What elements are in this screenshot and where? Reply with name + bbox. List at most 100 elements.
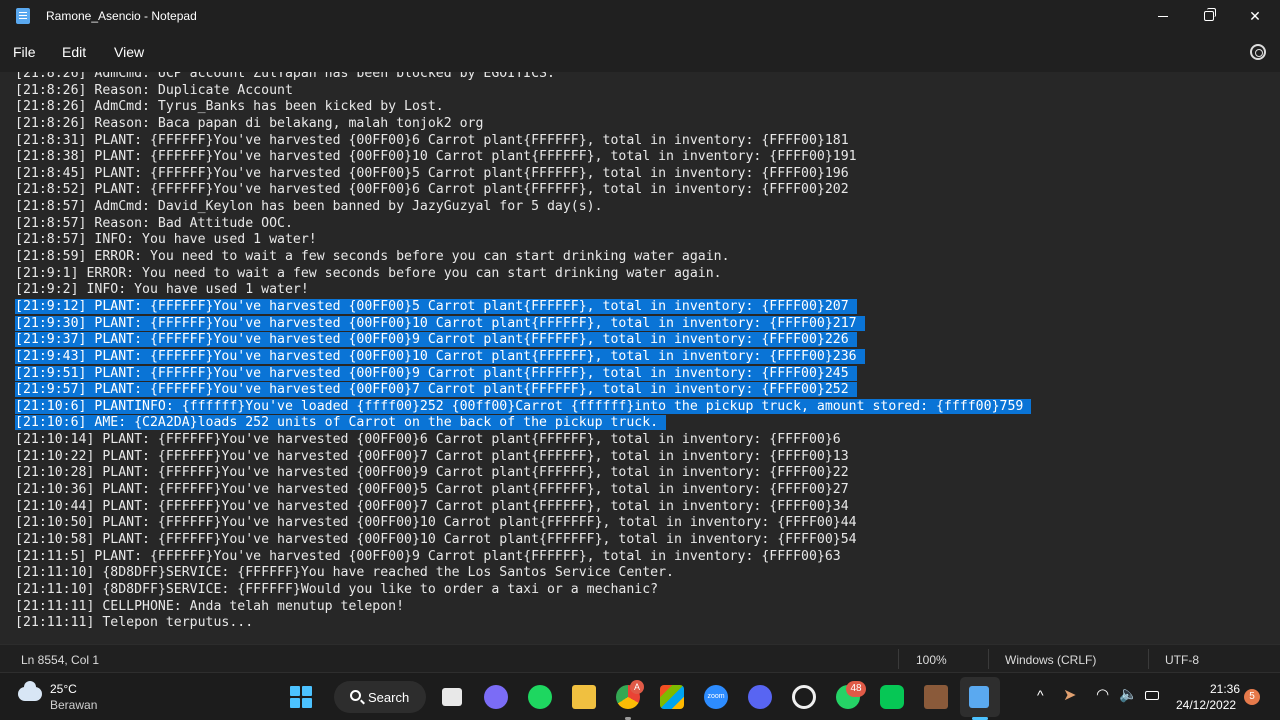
show-hidden-icons-chevron-icon[interactable]: ^: [1037, 687, 1044, 703]
status-divider: [1148, 649, 1149, 669]
text-line: [21:10:36] PLANT: {FFFFFF}You've harvest…: [15, 482, 1031, 499]
cloud-icon[interactable]: [18, 681, 42, 701]
line-text: [21:10:50] PLANT: {FFFFFF}You've harvest…: [15, 515, 857, 531]
text-line: [21:8:26] Reason: Baca papan di belakang…: [15, 116, 1031, 133]
line-text: [21:9:2] INFO: You have used 1 water!: [15, 282, 309, 298]
line-text: [21:10:14] PLANT: {FFFFFF}You've harvest…: [15, 432, 841, 448]
text-line: [21:9:57] PLANT: {FFFFFF}You've harveste…: [15, 382, 1031, 399]
line-text: [21:8:26] AdmCmd: UCP account ZulYapan h…: [15, 72, 555, 81]
line-text: [21:9:37] PLANT: {FFFFFF}You've harveste…: [15, 332, 857, 348]
wifi-icon[interactable]: ◠: [1096, 685, 1109, 703]
line-text: [21:9:43] PLANT: {FFFFFF}You've harveste…: [15, 348, 865, 364]
menu-edit[interactable]: Edit: [62, 44, 86, 60]
chrome-profile-badge: A: [630, 680, 644, 694]
line-text: [21:8:59] ERROR: You need to wait a few …: [15, 249, 730, 265]
zoom-level: 100%: [916, 653, 947, 667]
text-line: [21:10:6] PLANTINFO: {ffffff}You've load…: [15, 398, 1032, 416]
line-text: [21:10:22] PLANT: {FFFFFF}You've harvest…: [15, 448, 849, 464]
spotify-icon[interactable]: [528, 685, 552, 709]
text-line: [21:10:22] PLANT: {FFFFFF}You've harvest…: [15, 449, 1031, 466]
task-view-icon[interactable]: [442, 688, 462, 706]
line-text: [21:8:26] Reason: Baca papan di belakang…: [15, 115, 484, 131]
title-bar: Ramone_Asencio - Notepad ✕: [0, 0, 1280, 32]
text-line: [21:8:26] Reason: Duplicate Account: [15, 83, 1031, 100]
text-line: [21:10:50] PLANT: {FFFFFF}You've harvest…: [15, 515, 1031, 532]
menu-bar: File Edit View: [0, 32, 1280, 72]
text-line: [21:11:11] CELLPHONE: Anda telah menutup…: [15, 599, 1031, 616]
restore-icon: [1204, 8, 1216, 21]
line-text: [21:10:36] PLANT: {FFFFFF}You've harvest…: [15, 482, 849, 498]
menu-view[interactable]: View: [114, 44, 144, 60]
settings-gear-icon[interactable]: [1250, 44, 1266, 60]
line-text: [21:9:51] PLANT: {FFFFFF}You've harveste…: [15, 365, 857, 381]
status-divider: [898, 649, 899, 669]
game-app-icon[interactable]: [924, 685, 948, 709]
text-line: [21:9:2] INFO: You have used 1 water!: [15, 282, 1031, 299]
restore-button[interactable]: [1186, 0, 1232, 32]
line-app-icon[interactable]: [880, 685, 904, 709]
minimize-icon: [1158, 15, 1168, 17]
close-button[interactable]: ✕: [1232, 0, 1278, 32]
taskbar: 25°C Berawan Search A zoom 48 ^ ➤ ◠ 🔈 21…: [0, 672, 1280, 720]
text-line: [21:8:57] AdmCmd: David_Keylon has been …: [15, 199, 1031, 216]
line-text: [21:8:26] Reason: Duplicate Account: [15, 82, 293, 98]
line-text: [21:8:38] PLANT: {FFFFFF}You've harveste…: [15, 149, 857, 165]
text-line: [21:8:45] PLANT: {FFFFFF}You've harveste…: [15, 166, 1031, 183]
line-text: [21:8:26] AdmCmd: Tyrus_Banks has been k…: [15, 99, 444, 115]
text-line: [21:8:26] AdmCmd: UCP account ZulYapan h…: [15, 72, 1031, 83]
line-text: [21:8:52] PLANT: {FFFFFF}You've harveste…: [15, 182, 849, 198]
window-title: Ramone_Asencio - Notepad: [46, 9, 197, 23]
editor-lines: [21:8:26] AdmCmd: UCP account ZulYapan h…: [15, 72, 1032, 632]
whatsapp-badge: 48: [846, 681, 866, 697]
text-line: [21:8:57] Reason: Bad Attitude OOC.: [15, 216, 1031, 233]
battery-icon[interactable]: [1145, 691, 1159, 700]
clock-date[interactable]: 24/12/2022: [1176, 698, 1236, 712]
line-text: [21:11:10] {8D8DFF}SERVICE: {FFFFFF}Woul…: [15, 581, 659, 597]
text-line: [21:10:14] PLANT: {FFFFFF}You've harvest…: [15, 432, 1031, 449]
line-text: [21:11:10] {8D8DFF}SERVICE: {FFFFFF}You …: [15, 565, 674, 581]
notepad-taskbar-icon: [969, 686, 989, 708]
search-icon: [350, 690, 361, 701]
notification-count[interactable]: 5: [1244, 689, 1260, 705]
line-text: [21:8:57] Reason: Bad Attitude OOC.: [15, 215, 293, 231]
weather-description[interactable]: Berawan: [50, 698, 97, 712]
line-text: [21:8:57] AdmCmd: David_Keylon has been …: [15, 199, 603, 215]
close-icon: ✕: [1249, 7, 1261, 24]
line-text: [21:11:5] PLANT: {FFFFFF}You've harveste…: [15, 548, 841, 564]
weather-temperature[interactable]: 25°C: [50, 682, 77, 696]
text-line: [21:11:10] {8D8DFF}SERVICE: {FFFFFF}You …: [15, 565, 1031, 582]
text-line: [21:9:12] PLANT: {FFFFFF}You've harveste…: [15, 298, 1031, 316]
zoom-icon[interactable]: zoom: [704, 685, 728, 709]
line-text: [21:9:57] PLANT: {FFFFFF}You've harveste…: [15, 382, 857, 398]
menu-file[interactable]: File: [13, 44, 36, 60]
text-line: [21:8:59] ERROR: You need to wait a few …: [15, 249, 1031, 266]
encoding: UTF-8: [1165, 653, 1199, 667]
file-explorer-icon[interactable]: [572, 685, 596, 709]
microsoft-store-icon[interactable]: [660, 685, 684, 709]
text-line: [21:8:26] AdmCmd: Tyrus_Banks has been k…: [15, 99, 1031, 116]
text-line: [21:9:37] PLANT: {FFFFFF}You've harveste…: [15, 332, 1031, 349]
text-line: [21:9:30] PLANT: {FFFFFF}You've harveste…: [15, 315, 1031, 333]
text-line: [21:8:52] PLANT: {FFFFFF}You've harveste…: [15, 182, 1031, 199]
text-line: [21:11:10] {8D8DFF}SERVICE: {FFFFFF}Woul…: [15, 582, 1031, 599]
minimize-button[interactable]: [1140, 0, 1186, 32]
taskbar-search[interactable]: Search: [334, 681, 426, 713]
line-text: [21:9:30] PLANT: {FFFFFF}You've harveste…: [15, 315, 865, 331]
text-line: [21:8:31] PLANT: {FFFFFF}You've harveste…: [15, 133, 1031, 150]
line-text: [21:9:12] PLANT: {FFFFFF}You've harveste…: [15, 298, 857, 314]
windows-start-icon[interactable]: [290, 686, 312, 708]
line-text: [21:11:11] Telepon terputus...: [15, 615, 254, 631]
copilot-chat-icon[interactable]: [484, 685, 508, 709]
discord-icon[interactable]: [748, 685, 772, 709]
text-editor[interactable]: [21:8:26] AdmCmd: UCP account ZulYapan h…: [0, 72, 1280, 644]
text-line: [21:10:44] PLANT: {FFFFFF}You've harvest…: [15, 499, 1031, 516]
text-line: [21:10:28] PLANT: {FFFFFF}You've harvest…: [15, 465, 1031, 482]
line-text: [21:8:45] PLANT: {FFFFFF}You've harveste…: [15, 165, 849, 181]
logitech-g-icon[interactable]: [792, 685, 816, 709]
search-label: Search: [368, 690, 410, 705]
text-line: [21:11:5] PLANT: {FFFFFF}You've harveste…: [15, 549, 1031, 566]
location-icon[interactable]: ➤: [1063, 685, 1076, 705]
volume-icon[interactable]: 🔈: [1119, 685, 1138, 703]
clock-time[interactable]: 21:36: [1210, 682, 1240, 696]
line-text: [21:10:28] PLANT: {FFFFFF}You've harvest…: [15, 465, 849, 481]
